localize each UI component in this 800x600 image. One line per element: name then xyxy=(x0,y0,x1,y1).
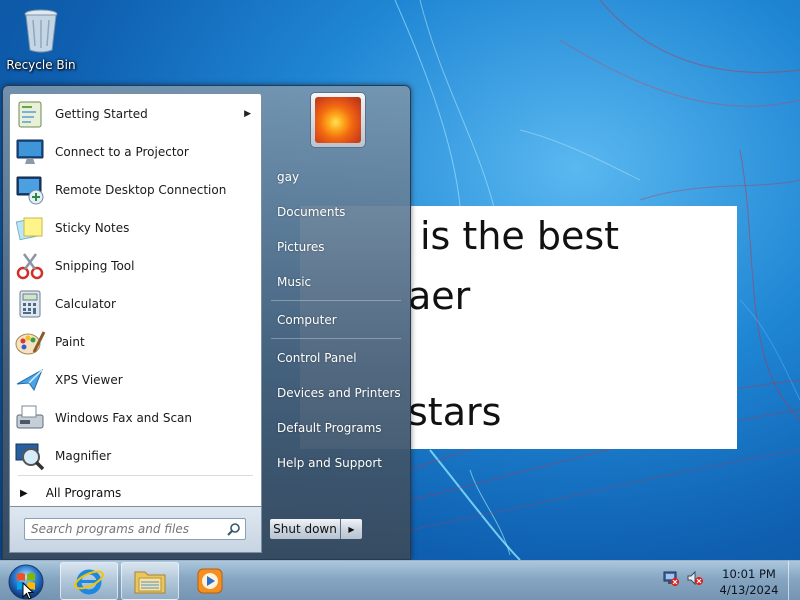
program-remote-desktop[interactable]: Remote Desktop Connection xyxy=(10,171,261,209)
remote-desktop-icon xyxy=(16,176,44,205)
xps-viewer-icon xyxy=(16,368,43,392)
shutdown-button[interactable]: Shut down xyxy=(270,519,341,539)
program-label: Windows Fax and Scan xyxy=(55,411,193,425)
search-box[interactable] xyxy=(24,518,246,540)
taskbar: 10:01 PM 4/13/2024 xyxy=(0,560,800,600)
program-list-divider xyxy=(18,475,253,476)
submenu-arrow-icon: ▶ xyxy=(244,109,251,119)
document-line: aer xyxy=(408,274,471,318)
right-item-music[interactable]: Music xyxy=(271,267,405,297)
right-item-devices-printers[interactable]: Devices and Printers xyxy=(271,378,405,408)
clock-date: 4/13/2024 xyxy=(719,583,779,597)
shutdown-options-button[interactable]: ▶ xyxy=(341,519,362,539)
document-line: is the best xyxy=(420,214,620,258)
file-explorer-icon xyxy=(134,571,166,594)
all-programs-arrow-icon: ▶ xyxy=(20,487,28,499)
taskbar-clock[interactable]: 10:01 PM 4/13/2024 xyxy=(712,566,786,598)
right-item-label: Music xyxy=(277,275,312,289)
right-pane-divider xyxy=(271,338,401,339)
taskbar-internet-explorer[interactable] xyxy=(60,562,118,600)
snipping-tool-icon xyxy=(16,253,44,280)
program-label: XPS Viewer xyxy=(55,373,123,387)
program-connect-projector[interactable]: Connect to a Projector xyxy=(10,133,261,171)
program-fax-scan[interactable]: Windows Fax and Scan xyxy=(10,399,261,437)
search-area xyxy=(9,507,262,553)
sticky-notes-icon xyxy=(15,217,43,241)
taskbar-media-player[interactable] xyxy=(188,562,232,600)
chevron-right-icon: ▶ xyxy=(348,524,355,534)
program-magnifier[interactable]: Magnifier xyxy=(10,437,261,475)
program-label: Connect to a Projector xyxy=(55,145,189,159)
right-item-help-support[interactable]: Help and Support xyxy=(271,448,405,478)
right-item-user[interactable]: gay xyxy=(271,162,405,192)
search-icon[interactable] xyxy=(227,522,241,536)
program-label: Snipping Tool xyxy=(55,259,135,273)
getting-started-icon xyxy=(18,101,42,128)
start-menu: Getting Started ▶ Connect to a Projector… xyxy=(2,85,411,560)
right-pane-divider xyxy=(271,300,401,301)
right-item-documents[interactable]: Documents xyxy=(271,197,405,227)
program-sticky-notes[interactable]: Sticky Notes xyxy=(10,209,261,247)
right-item-label: Devices and Printers xyxy=(277,386,401,400)
all-programs-label: All Programs xyxy=(45,486,122,500)
taskbar-file-explorer[interactable] xyxy=(121,562,179,600)
all-programs-button[interactable]: ▶ All Programs xyxy=(10,481,261,505)
recycle-bin-label: Recycle Bin xyxy=(6,58,76,72)
paint-icon xyxy=(15,331,46,355)
right-item-default-programs[interactable]: Default Programs xyxy=(271,413,405,443)
right-item-label: Pictures xyxy=(277,240,325,254)
right-item-label: Default Programs xyxy=(277,421,382,435)
projector-icon xyxy=(16,139,44,164)
mouse-cursor-icon xyxy=(22,582,34,600)
program-paint[interactable]: Paint xyxy=(10,323,261,361)
shutdown-control: Shut down ▶ xyxy=(269,518,363,540)
volume-muted-icon[interactable] xyxy=(686,569,704,587)
program-getting-started[interactable]: Getting Started ▶ xyxy=(10,95,261,133)
internet-explorer-icon xyxy=(74,569,104,595)
media-player-icon xyxy=(197,568,223,594)
program-xps-viewer[interactable]: XPS Viewer xyxy=(10,361,261,399)
magnifier-icon xyxy=(15,443,45,471)
program-label: Sticky Notes xyxy=(55,221,130,235)
search-input[interactable] xyxy=(25,519,223,539)
network-icon[interactable] xyxy=(662,569,680,587)
clock-time: 10:01 PM xyxy=(722,567,776,581)
document-line: stars xyxy=(408,390,502,434)
program-label: Getting Started xyxy=(55,107,148,121)
right-item-control-panel[interactable]: Control Panel xyxy=(271,343,405,373)
right-item-label: Control Panel xyxy=(277,351,357,365)
program-calculator[interactable]: Calculator xyxy=(10,285,261,323)
right-item-pictures[interactable]: Pictures xyxy=(271,232,405,262)
program-label: Paint xyxy=(55,335,85,349)
right-item-label: gay xyxy=(277,170,300,184)
recycle-bin[interactable]: Recycle Bin xyxy=(4,6,78,72)
start-menu-program-list: Getting Started ▶ Connect to a Projector… xyxy=(9,93,262,507)
system-tray xyxy=(662,569,704,587)
right-item-label: Computer xyxy=(277,313,337,327)
recycle-bin-icon xyxy=(24,9,58,53)
program-snipping-tool[interactable]: Snipping Tool xyxy=(10,247,261,285)
user-avatar-flower-icon xyxy=(315,97,361,143)
show-desktop-button[interactable] xyxy=(788,561,800,600)
program-label: Remote Desktop Connection xyxy=(55,183,227,197)
right-item-label: Documents xyxy=(277,205,346,219)
user-picture[interactable] xyxy=(310,92,366,148)
right-item-computer[interactable]: Computer xyxy=(271,305,405,335)
program-label: Calculator xyxy=(55,297,116,311)
right-item-label: Help and Support xyxy=(277,456,382,470)
calculator-icon xyxy=(19,290,41,318)
program-label: Magnifier xyxy=(55,449,112,463)
fax-scan-icon xyxy=(16,405,44,429)
